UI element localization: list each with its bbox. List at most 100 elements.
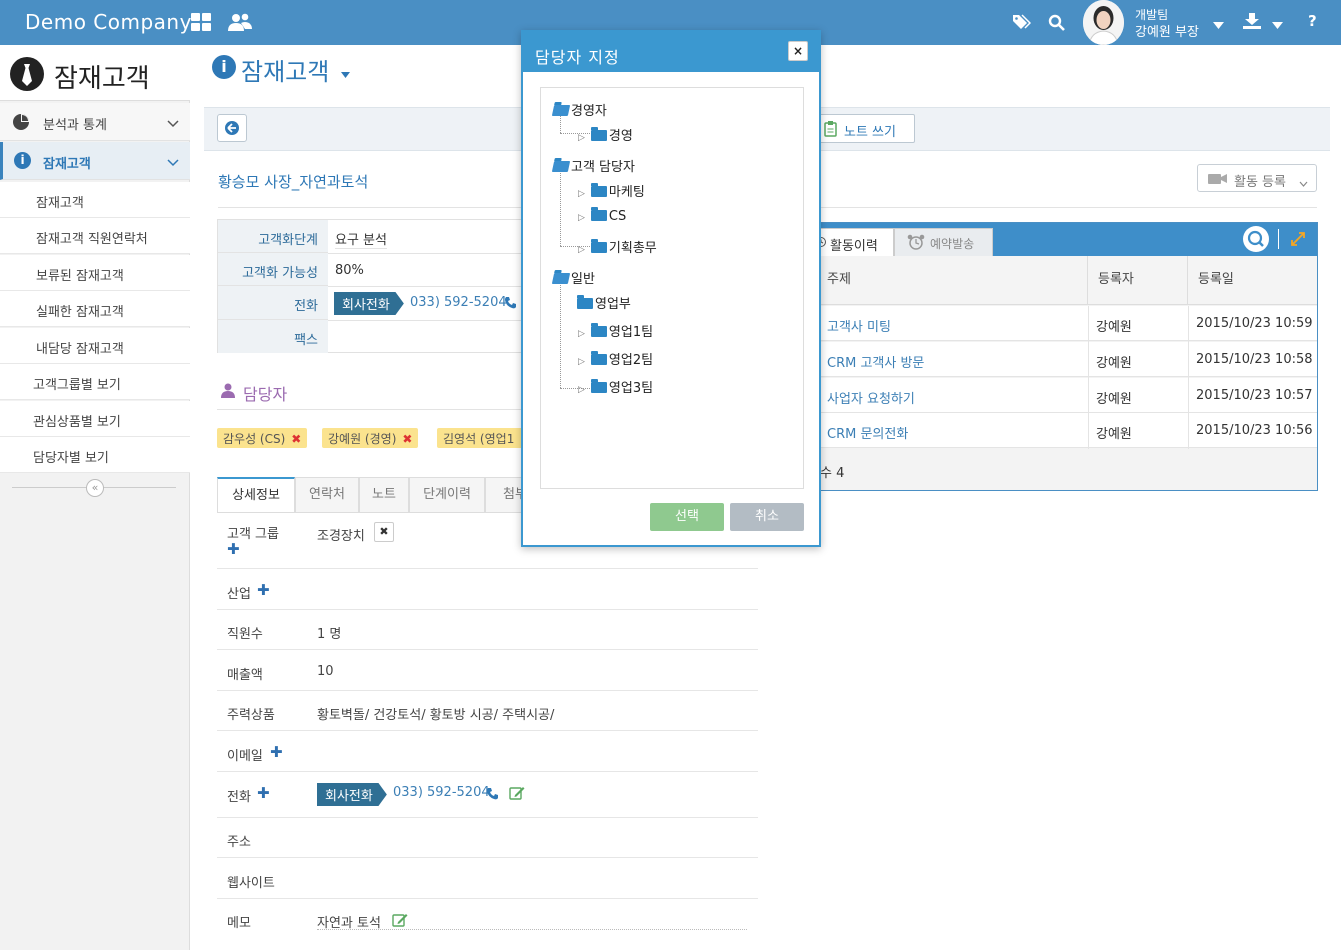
add-icon[interactable]: ✚ (270, 743, 283, 761)
phone-icon[interactable] (504, 296, 517, 313)
users-icon[interactable] (228, 12, 252, 36)
column-header-author[interactable]: 등록자 (1088, 256, 1188, 304)
user-dropdown-icon[interactable] (1213, 18, 1224, 33)
remove-icon[interactable]: ✖ (402, 432, 412, 446)
select-button[interactable]: 선택 (650, 503, 724, 531)
sidebar-item-my-prospects[interactable]: 내담당 잠재고객 (0, 328, 190, 364)
detail-label: 메모 (227, 916, 251, 931)
activity-subject-link[interactable]: 고객사 미팅 (827, 316, 891, 335)
tree-node-label: 경영 (608, 129, 633, 144)
sidebar-item-held-prospects[interactable]: 보류된 잠재고객 (0, 255, 190, 291)
expand-arrow-icon[interactable]: ▷ (578, 385, 585, 395)
tree-node-planning[interactable]: ▷ 기획총무 (578, 237, 657, 256)
tree-node-cs[interactable]: ▷ CS (578, 207, 626, 224)
tree-node-sales-dept[interactable]: 영업부 (577, 293, 631, 312)
phone-number-link[interactable]: 033) 592-5204 (410, 295, 507, 310)
sidebar: 잠재고객 분석과 통계 i 잠재고객 잠재고객 잠재고객 직원연락처 보류된 잠… (0, 45, 190, 950)
column-header-subject[interactable]: 주제 (817, 256, 1088, 304)
expand-arrow-icon[interactable]: ▷ (578, 133, 585, 143)
sidebar-item-label: 내담당 잠재고객 (36, 342, 124, 357)
tree-node-sales-team-1[interactable]: ▷ 영업1팀 (578, 321, 653, 340)
owner-chip[interactable]: 강예원 (경영) ✖ (322, 428, 419, 448)
user-name[interactable]: 강예원 부장 (1135, 21, 1199, 40)
owner-chip[interactable]: 김영석 (영업1팀)✖ (437, 428, 527, 448)
tree-node-marketing[interactable]: ▷ 마케팅 (578, 181, 645, 200)
tree-node-customer-owner[interactable]: 고객 담당자 (551, 156, 635, 175)
phone-icon[interactable] (486, 787, 499, 804)
table-row[interactable]: CRM 고객사 방문 강예원 2015/10/23 10:58 (814, 342, 1317, 377)
avatar[interactable] (1083, 0, 1124, 45)
activity-subject-link[interactable]: CRM 문의전화 (827, 423, 908, 442)
sidebar-item-prospects[interactable]: 잠재고객 (0, 182, 190, 218)
back-button[interactable] (217, 114, 247, 142)
sidebar-item-by-group[interactable]: 고객그룹별 보기 (0, 364, 190, 400)
sidebar-section-label: 분석과 통계 (43, 118, 107, 133)
phone-number-link[interactable]: 033) 592-5204 (393, 785, 490, 800)
summary-label: 팩스 (294, 333, 318, 348)
tab-scheduled-send[interactable]: 예약발송 (894, 228, 993, 256)
activity-register-button[interactable]: 활동 등록 (1197, 164, 1317, 192)
tree-node-label: 마케팅 (608, 185, 645, 200)
detail-label: 직원수 (227, 627, 263, 642)
activity-subject-link[interactable]: 사업자 요청하기 (827, 388, 915, 407)
remove-icon[interactable]: ✖ (291, 432, 301, 446)
close-button[interactable]: × (788, 41, 808, 61)
sidebar-section-analytics[interactable]: 분석과 통계 (0, 103, 190, 141)
sidebar-item-failed-prospects[interactable]: 실패한 잠재고객 (0, 291, 190, 327)
owner-chip-label: 강예원 (경영) (328, 432, 397, 446)
download-icon[interactable] (1243, 13, 1261, 33)
sidebar-collapse-button[interactable]: « (86, 479, 104, 497)
expand-arrow-icon[interactable]: ▷ (578, 329, 585, 339)
edit-icon[interactable] (509, 786, 525, 804)
tab-activity-history[interactable]: 활동이력 (814, 228, 894, 256)
phone-tag: 회사전화 (317, 783, 387, 806)
tab-stage-history[interactable]: 단계이력 (409, 477, 485, 512)
detail-row-address: 주소 (217, 818, 758, 858)
tree-node-sales-team-2[interactable]: ▷ 영업2팀 (578, 349, 653, 368)
tree-node-sales-team-3[interactable]: ▷ 영업3팀 (578, 377, 653, 396)
tab-notes[interactable]: 노트 (359, 477, 409, 512)
sidebar-item-by-product[interactable]: 관심상품별 보기 (0, 401, 190, 437)
add-icon[interactable]: ✚ (227, 540, 240, 558)
sidebar-item-by-owner[interactable]: 담당자별 보기 (0, 437, 190, 473)
page-title[interactable]: 잠재고객 (241, 52, 329, 87)
note-button[interactable]: 노트 쓰기 (815, 114, 915, 143)
expand-arrow-icon[interactable]: ▷ (578, 189, 585, 199)
tab-label: 예약발송 (930, 237, 975, 251)
tag-icon[interactable] (1013, 14, 1032, 34)
add-icon[interactable]: ✚ (257, 581, 270, 599)
owner-chip[interactable]: 감우성 (CS) ✖ (217, 428, 308, 448)
expand-icon[interactable] (1291, 232, 1305, 250)
tree-node-executive[interactable]: 경영자 (551, 100, 607, 119)
expand-arrow-icon[interactable]: ▷ (578, 245, 585, 255)
expand-arrow-icon[interactable]: ▷ (578, 357, 585, 367)
cancel-button[interactable]: 취소 (730, 503, 804, 531)
help-icon[interactable]: ? (1308, 12, 1317, 30)
activity-subject-link[interactable]: CRM 고객사 방문 (827, 352, 924, 371)
detail-row-email: 이메일 ✚ (217, 731, 758, 772)
table-row[interactable]: 사업자 요청하기 강예원 2015/10/23 10:57 (814, 378, 1317, 413)
download-dropdown-icon[interactable] (1272, 18, 1283, 33)
sidebar-item-label: 고객그룹별 보기 (33, 378, 121, 393)
table-row[interactable]: 고객사 미팅 강예원 2015/10/23 10:59 (814, 306, 1317, 341)
owner-chip-label: 감우성 (CS) (223, 432, 286, 446)
apps-grid-icon[interactable] (191, 13, 211, 31)
summary-label: 고객화 가능성 (242, 266, 318, 281)
sidebar-section-prospects[interactable]: i 잠재고객 (0, 142, 190, 180)
expand-arrow-icon[interactable]: ▷ (578, 213, 585, 223)
sidebar-section-label: 잠재고객 (43, 157, 91, 172)
search-icon[interactable] (1048, 14, 1065, 35)
tree-node-management[interactable]: ▷ 경영 (578, 125, 633, 144)
table-row[interactable]: CRM 문의전화 강예원 2015/10/23 10:56 (814, 413, 1317, 448)
tab-contacts[interactable]: 연락처 (295, 477, 359, 512)
brand-logo[interactable]: Demo Company (25, 10, 192, 34)
tree-node-general[interactable]: 일반 (551, 268, 595, 287)
page-title-caret-icon[interactable] (341, 67, 350, 82)
remove-group-button[interactable]: ✖ (374, 522, 394, 542)
panel-search-button[interactable] (1243, 226, 1269, 252)
column-header-date[interactable]: 등록일 (1188, 256, 1317, 304)
folder-open-icon (551, 273, 571, 284)
add-icon[interactable]: ✚ (257, 784, 270, 802)
sidebar-item-prospect-contacts[interactable]: 잠재고객 직원연락처 (0, 218, 190, 254)
tab-details[interactable]: 상세정보 (217, 477, 295, 512)
